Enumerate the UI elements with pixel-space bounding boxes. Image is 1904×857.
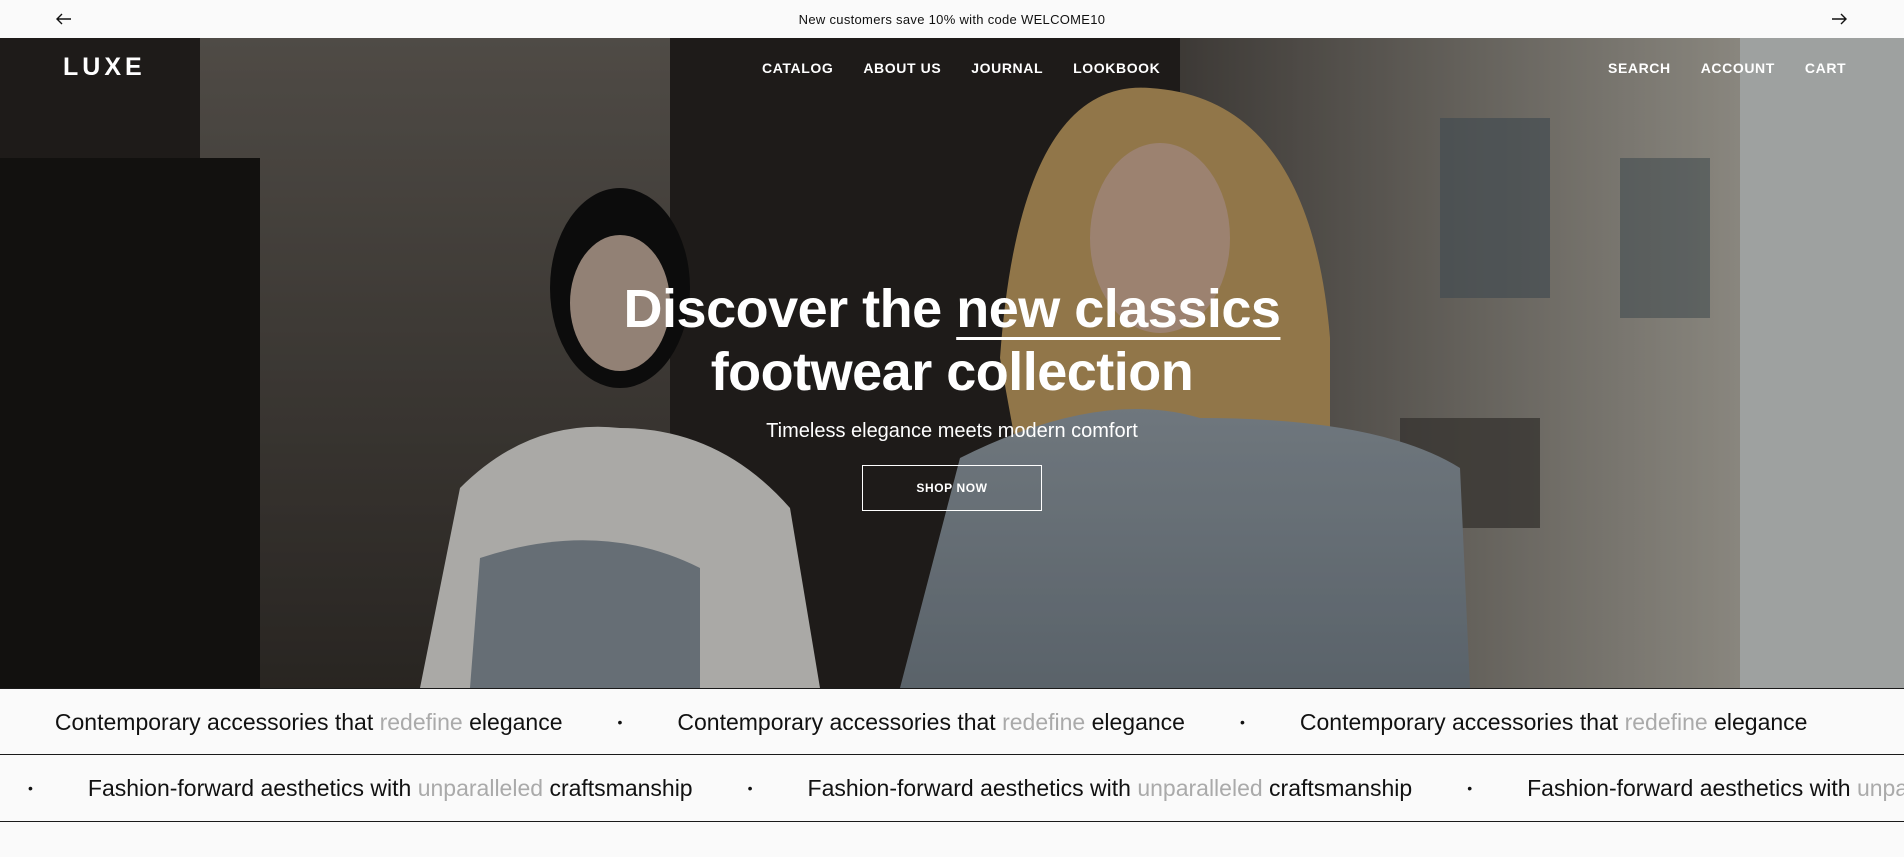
nav-journal[interactable]: JOURNAL (971, 60, 1043, 76)
page-body-space (0, 822, 1904, 857)
nav-about-us[interactable]: ABOUT US (863, 60, 941, 76)
next-arrow-icon[interactable] (1829, 9, 1849, 29)
previous-arrow-icon[interactable] (54, 9, 74, 29)
hero-title-line2: footwear collection (710, 342, 1194, 402)
bullet-dot: • (747, 780, 753, 796)
hero-title-highlight: new classics (956, 279, 1281, 339)
announcement-text: New customers save 10% with code WELCOME… (798, 11, 1106, 27)
marquee-2-text: Fashion-forward aesthetics with unparall… (87, 774, 693, 801)
hero-section: LUXE CATALOG ABOUT US JOURNAL LOOKBOOK S… (0, 38, 1904, 688)
nav-account[interactable]: ACCOUNT (1701, 60, 1775, 76)
shop-now-button[interactable]: SHOP NOW (862, 465, 1042, 511)
main-nav: CATALOG ABOUT US JOURNAL LOOKBOOK (762, 60, 1160, 76)
bullet-dot: • (1239, 714, 1245, 730)
site-logo[interactable]: LUXE (63, 53, 146, 82)
bullet-dot: • (617, 714, 623, 730)
nav-search[interactable]: SEARCH (1608, 60, 1671, 76)
marquee-2-text: Fashion-forward aesthetics with unparall… (807, 774, 1413, 801)
nav-cart[interactable]: CART (1805, 60, 1846, 76)
marquee-1-text: Contemporary accessories that redefine e… (677, 708, 1185, 735)
hero-copy: Discover the new classics footwear colle… (0, 278, 1904, 511)
nav-catalog[interactable]: CATALOG (762, 60, 833, 76)
marquee-1-text: Contemporary accessories that redefine e… (1299, 708, 1808, 735)
utility-nav: SEARCH ACCOUNT CART (1608, 60, 1846, 76)
marquee-strip-2: • Fashion-forward aesthetics with unpara… (0, 755, 1904, 822)
hero-title-prefix: Discover the (623, 279, 943, 339)
bullet-dot: • (28, 780, 33, 796)
nav-lookbook[interactable]: LOOKBOOK (1073, 60, 1160, 76)
marquee-2-text: Fashion-forward aesthetics with unparall… (1527, 774, 1904, 801)
hero-subtitle: Timeless elegance meets modern comfort (766, 420, 1138, 442)
marquee-1-text: Contemporary accessories that redefine e… (54, 708, 563, 735)
hero-title: Discover the new classics footwear colle… (0, 278, 1904, 404)
announcement-bar: New customers save 10% with code WELCOME… (0, 0, 1904, 38)
bullet-dot: • (1467, 780, 1473, 796)
marquee-strip-1: • Contemporary accessories that redefine… (0, 688, 1904, 755)
